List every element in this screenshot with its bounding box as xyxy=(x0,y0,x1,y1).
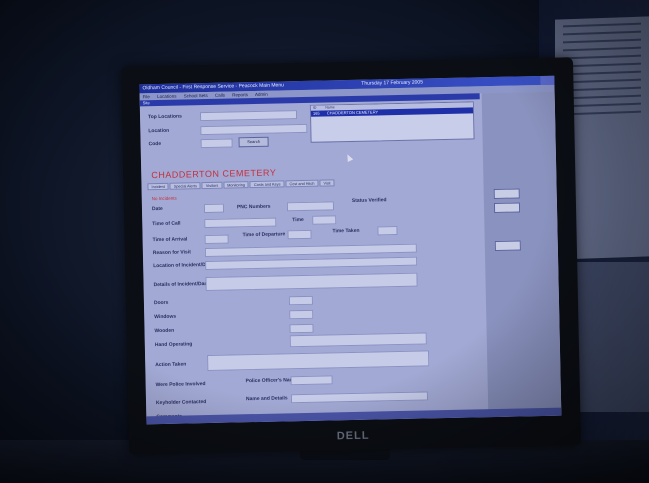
time-field[interactable] xyxy=(312,215,337,225)
menu-file[interactable]: File xyxy=(143,94,150,99)
location-label: Location xyxy=(148,127,170,135)
menu-school-sets[interactable]: School Sets xyxy=(184,93,208,99)
tab-special-alerts[interactable]: Special Alerts xyxy=(169,182,201,190)
photo-scene: Oldham Council - First Response Service … xyxy=(0,0,649,483)
location-incident-field[interactable] xyxy=(205,256,418,271)
action-taken-label: Action Taken xyxy=(155,361,187,369)
app-client-area: Site Top Locations Location Code Search … xyxy=(139,91,562,425)
window-controls[interactable] xyxy=(540,75,555,85)
pnc-field[interactable] xyxy=(286,201,335,212)
doors-field[interactable] xyxy=(288,295,314,306)
code-label: Code xyxy=(148,140,162,148)
time-of-call-label: Time of Call xyxy=(152,220,181,228)
search-button[interactable]: Search xyxy=(238,136,269,148)
status-verified-label: Status Verified xyxy=(351,197,387,204)
location-field[interactable] xyxy=(200,123,308,136)
monitor-brand-logo: DELL xyxy=(336,429,370,443)
location-list[interactable]: ID Name 165 CHADDERTON CEMETERY xyxy=(309,101,475,143)
tab-costs-keys[interactable]: Costs and Keys xyxy=(249,180,285,189)
hand-operating-field[interactable] xyxy=(289,332,427,348)
wooden-field[interactable] xyxy=(289,323,314,334)
departure-field[interactable] xyxy=(287,229,312,240)
side-button[interactable] xyxy=(493,202,521,213)
side-button[interactable] xyxy=(493,188,520,199)
time-taken-field[interactable] xyxy=(377,226,398,236)
action-taken-field[interactable] xyxy=(207,350,430,372)
record-tabs: Incident Special Alerts Visitors Monitor… xyxy=(147,179,335,191)
tab-visitors[interactable]: Visitors xyxy=(201,181,223,190)
name-details-label: Name and Details xyxy=(245,395,288,403)
time-of-call-field[interactable] xyxy=(204,217,277,229)
time-of-arrival-label: Time of Arrival xyxy=(152,236,188,244)
details-field[interactable] xyxy=(205,272,418,292)
right-side-panel xyxy=(481,91,562,418)
reason-label: Reason for Visit xyxy=(152,249,191,257)
tab-visit[interactable]: Visit xyxy=(319,179,335,187)
top-locations-label: Top Locations xyxy=(147,113,182,121)
tab-incident[interactable]: Incident xyxy=(147,182,169,191)
pnc-label: PNC Numbers xyxy=(236,203,271,211)
arrival-field[interactable] xyxy=(204,234,229,245)
tab-monitoring[interactable]: Monitoring xyxy=(223,181,250,189)
monitor: Oldham Council - First Response Service … xyxy=(120,57,582,455)
windows-label: Windows xyxy=(154,313,177,321)
hand-operating-label: Hand Operating xyxy=(154,341,193,349)
police-involved-label: Were Police Involved xyxy=(155,381,206,389)
menu-locations[interactable]: Locations xyxy=(157,94,176,99)
keyholder-label: Keyholder Contacted xyxy=(155,399,207,407)
side-button[interactable] xyxy=(494,240,521,251)
reason-field[interactable] xyxy=(204,243,417,258)
window-date: Thursday 17 February 2005 xyxy=(361,79,424,87)
site-panel: Site Top Locations Location Code Search … xyxy=(139,93,487,424)
name-details-field[interactable] xyxy=(290,391,429,404)
date-field[interactable] xyxy=(203,203,225,214)
windows-field[interactable] xyxy=(289,309,314,320)
date-label: Date xyxy=(151,205,163,213)
doors-label: Doors xyxy=(153,299,169,307)
wooden-label: Wooden xyxy=(154,327,175,335)
top-locations-select[interactable] xyxy=(199,110,298,122)
site-title: CHADDERTON CEMETERY xyxy=(151,167,277,181)
code-field[interactable] xyxy=(200,138,233,149)
menu-reports[interactable]: Reports xyxy=(232,92,248,97)
time-of-departure-label: Time of Departure xyxy=(242,231,286,239)
menu-admin[interactable]: Admin xyxy=(255,92,268,97)
monitor-screen: Oldham Council - First Response Service … xyxy=(139,75,562,425)
menu-calls[interactable]: Calls xyxy=(215,93,225,98)
no-incidents-text: No Incidents xyxy=(151,195,177,202)
time-label: Time xyxy=(292,216,304,224)
time-taken-label: Time Taken xyxy=(332,227,360,235)
tab-cost-hitch[interactable]: Cost and Hitch xyxy=(285,179,319,188)
police-officer-field[interactable] xyxy=(290,375,333,386)
mouse-cursor-icon xyxy=(344,153,354,162)
